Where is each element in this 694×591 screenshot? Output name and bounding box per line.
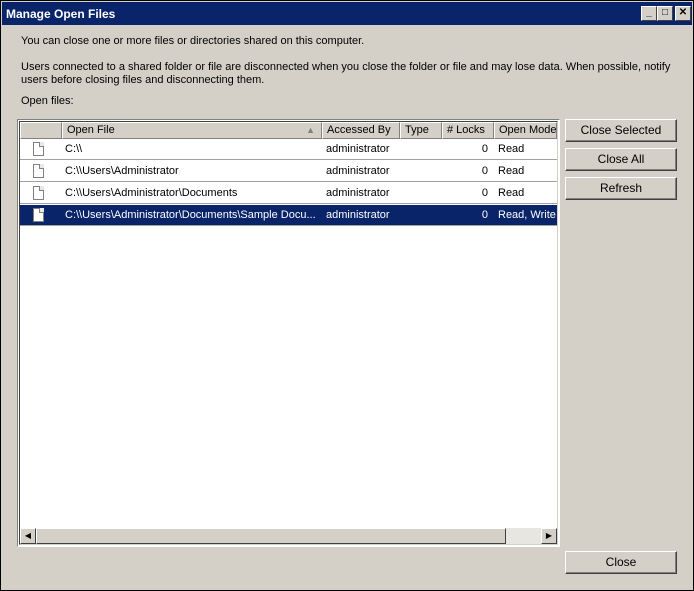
file-icon xyxy=(33,142,44,156)
open-files-label: Open files: xyxy=(21,95,74,107)
warning-text-line2: users before closing files and disconnec… xyxy=(21,74,265,86)
cell-open-file: C:\\Users\Administrator xyxy=(65,165,179,177)
close-button[interactable]: Close xyxy=(565,551,677,574)
column-header-type[interactable]: Type xyxy=(400,122,442,139)
column-header-open-file-label: Open File xyxy=(67,124,115,136)
column-header-icon[interactable] xyxy=(20,122,62,139)
cell-open-mode: Read xyxy=(498,187,525,199)
cell-open-file: C:\\Users\Administrator\Documents\Sample… xyxy=(65,209,315,221)
table-row[interactable]: C:\\Users\Administrator administrator 0 … xyxy=(20,161,557,182)
cell-accessed-by: administrator xyxy=(326,143,390,155)
cell-accessed-by: administrator xyxy=(326,165,390,177)
cell-accessed-by: administrator xyxy=(326,187,390,199)
cell-locks: 0 xyxy=(481,143,488,155)
column-header-open-mode[interactable]: Open Mode xyxy=(494,122,557,139)
minimize-button[interactable]: _ xyxy=(641,6,657,21)
cell-open-mode: Read, Write xyxy=(498,209,556,221)
intro-text: You can close one or more files or direc… xyxy=(21,35,365,47)
cell-accessed-by: administrator xyxy=(326,209,390,221)
refresh-button[interactable]: Refresh xyxy=(565,177,677,200)
file-icon xyxy=(33,164,44,178)
close-selected-button[interactable]: Close Selected xyxy=(565,119,677,142)
cell-locks: 0 xyxy=(481,209,488,221)
open-files-list[interactable]: Open File ▲ Accessed By Type # Locks Ope… xyxy=(17,119,560,547)
scroll-left-arrow-icon[interactable]: ◀ xyxy=(20,528,36,544)
column-header-locks[interactable]: # Locks xyxy=(442,122,494,139)
table-row-selected[interactable]: C:\\Users\Administrator\Documents\Sample… xyxy=(20,205,557,226)
close-window-button[interactable]: ✕ xyxy=(675,6,691,21)
column-header-accessed-by[interactable]: Accessed By xyxy=(322,122,400,139)
cell-open-mode: Read xyxy=(498,165,525,177)
warning-text-line1: Users connected to a shared folder or fi… xyxy=(21,61,671,73)
cell-open-file: C:\\Users\Administrator\Documents xyxy=(65,187,238,199)
title-bar[interactable]: Manage Open Files _ □ ✕ xyxy=(2,2,692,25)
close-all-button[interactable]: Close All xyxy=(565,148,677,171)
cell-locks: 0 xyxy=(481,165,488,177)
horizontal-scrollbar[interactable]: ◀ ▶ xyxy=(20,528,557,544)
column-header-open-file[interactable]: Open File ▲ xyxy=(62,122,322,139)
table-row[interactable]: C:\\Users\Administrator\Documents admini… xyxy=(20,183,557,204)
scrollbar-thumb[interactable] xyxy=(36,528,506,544)
list-header: Open File ▲ Accessed By Type # Locks Ope… xyxy=(20,122,557,139)
cell-locks: 0 xyxy=(481,187,488,199)
cell-open-mode: Read xyxy=(498,143,525,155)
scroll-right-arrow-icon[interactable]: ▶ xyxy=(541,528,557,544)
cell-open-file: C:\\ xyxy=(65,143,83,155)
manage-open-files-dialog: Manage Open Files _ □ ✕ You can close on… xyxy=(0,0,694,591)
file-icon xyxy=(33,208,44,222)
maximize-button[interactable]: □ xyxy=(657,6,673,21)
sort-ascending-icon: ▲ xyxy=(306,125,315,135)
table-row[interactable]: C:\\ administrator 0 Read xyxy=(20,139,557,160)
dialog-title: Manage Open Files xyxy=(6,7,116,21)
file-icon xyxy=(33,186,44,200)
